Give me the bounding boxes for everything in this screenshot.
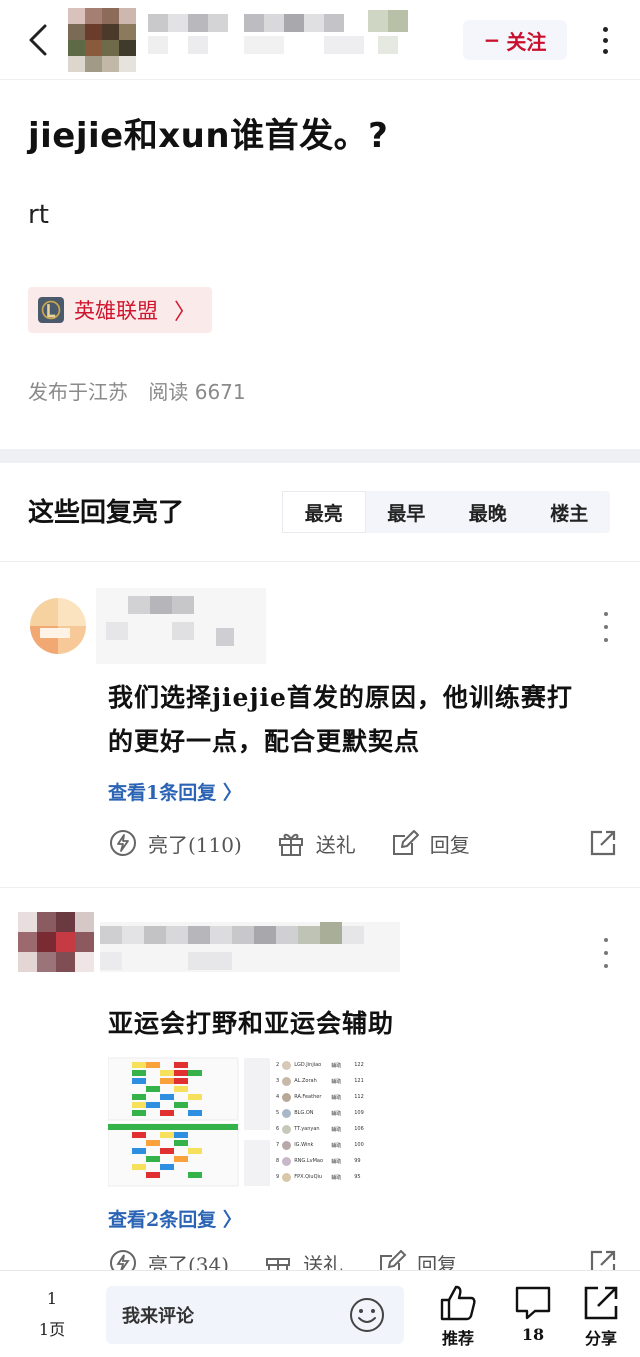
page-indicator[interactable]: 1 1页 — [30, 1289, 74, 1340]
sort-tabs: 最亮 最早 最晚 楼主 — [282, 491, 610, 533]
view-replies-link[interactable]: 查看1条回复 〉 — [108, 778, 242, 805]
view-replies-link[interactable]: 查看2条回复 〉 — [108, 1205, 242, 1232]
comment-input[interactable]: 我来评论 — [106, 1286, 404, 1344]
follow-button[interactable]: − 关注 — [463, 20, 567, 60]
comment-actions: 亮了(34) 送礼 回复 — [108, 1248, 618, 1270]
comment-text: 亚运会打野和亚运会辅助 — [108, 1002, 394, 1046]
comment-more-icon[interactable] — [600, 938, 612, 968]
share-button[interactable] — [588, 1248, 618, 1270]
replies-section-title: 这些回复亮了 — [28, 498, 185, 528]
ranking-row: 9 FPX.QiuQiu 辅助 95 — [276, 1172, 361, 1182]
commenter-avatar[interactable] — [30, 598, 86, 654]
plus-icon: − — [483, 28, 501, 52]
ranking-row: 3 AL.Zorah 辅助 121 — [276, 1076, 364, 1086]
divider — [0, 561, 640, 562]
topic-label: 英雄联盟 — [74, 299, 158, 323]
commenter-name-blurred[interactable] — [100, 912, 400, 982]
thumbs-up-icon — [440, 1285, 476, 1321]
gift-icon — [278, 833, 303, 856]
ranking-row: 2 LGD.Jinjiao 辅助 122 — [276, 1060, 364, 1070]
comment-line: 亚运会打野和亚运会辅助 — [108, 1009, 395, 1038]
comment-text: 我们选择jiejie首发的原因，他训练赛打 的更好一点，配合更默契点 — [108, 676, 573, 764]
comment-actions: 亮了(110) 送礼 回复 — [108, 823, 618, 863]
share-post-button[interactable]: 分享 — [573, 1283, 629, 1349]
page-current: 1 — [46, 1289, 58, 1308]
comment-image[interactable]: 2 LGD.Jinjiao 辅助 122 3 AL.Zorah 辅助 121 4 RA.Fea… — [107, 1056, 380, 1190]
share-button[interactable] — [588, 828, 618, 858]
gift-button[interactable]: 送礼 — [276, 828, 356, 858]
recommend-button[interactable]: 推荐 — [430, 1283, 486, 1349]
like-count: 亮了(34) — [148, 1252, 230, 1271]
reply-icon — [380, 1249, 407, 1270]
tab-brightest[interactable]: 最亮 — [282, 491, 366, 533]
gift-label: 送礼 — [303, 1252, 344, 1271]
gift-label: 送礼 — [315, 832, 356, 857]
post-title: jiejie和xun谁首发。? — [28, 116, 389, 156]
gift-button[interactable]: 送礼 — [263, 1248, 343, 1270]
comment-line: 我们选择jiejie首发的原因，他训练赛打 — [108, 683, 573, 712]
comments-button[interactable]: 18 — [505, 1283, 561, 1344]
page-total: 1页 — [38, 1320, 66, 1339]
tab-earliest[interactable]: 最早 — [366, 491, 448, 533]
tab-latest[interactable]: 最晚 — [447, 491, 529, 533]
share-icon — [590, 1250, 616, 1270]
comment-count: 18 — [521, 1325, 545, 1344]
like-button[interactable]: 亮了(110) — [108, 828, 242, 858]
like-button[interactable]: 亮了(34) — [108, 1248, 229, 1270]
ranking-row: 6 TT.yanyan 辅助 106 — [276, 1124, 364, 1134]
ranking-row: 4 RA.Feather 辅助 112 — [276, 1092, 364, 1102]
post-meta: 发布于江苏 阅读 6671 — [28, 376, 246, 405]
commenter-avatar[interactable] — [18, 912, 94, 972]
lightning-icon — [110, 1250, 136, 1270]
recommend-label: 推荐 — [441, 1329, 474, 1348]
comment-placeholder: 我来评论 — [122, 1306, 194, 1327]
section-divider — [0, 449, 640, 463]
reply-button[interactable]: 回复 — [377, 1248, 457, 1270]
lol-logo-icon — [38, 297, 64, 323]
commenter-name-blurred[interactable] — [96, 588, 266, 664]
author-avatar[interactable] — [68, 8, 136, 72]
tab-op[interactable]: 楼主 — [529, 491, 611, 533]
share-label: 分享 — [584, 1329, 617, 1348]
comment-line: 的更好一点，配合更默契点 — [108, 727, 421, 756]
lightning-icon — [110, 830, 136, 856]
back-icon — [29, 24, 47, 56]
back-button[interactable] — [20, 20, 56, 60]
post-body: rt — [28, 200, 49, 230]
ranking-row: 7 IG.Wink 辅助 100 — [276, 1140, 364, 1150]
topic-tag[interactable]: 英雄联盟 〉 — [28, 287, 213, 333]
reply-label: 回复 — [417, 1252, 458, 1271]
top-bar: − 关注 — [0, 0, 640, 80]
share-icon — [584, 1286, 618, 1320]
bottom-bar: 1 1页 我来评论 推荐 18 分享 — [0, 1270, 640, 1357]
divider — [0, 887, 640, 888]
author-name-blurred[interactable] — [148, 10, 410, 70]
read-count: 阅读 6671 — [148, 380, 246, 404]
ranking-row: 8 RNG.LvMao 辅助 99 — [276, 1156, 361, 1166]
more-icon[interactable] — [590, 20, 620, 60]
follow-label: 关注 — [506, 29, 547, 54]
reply-button[interactable]: 回复 — [390, 828, 470, 858]
comment-more-icon[interactable] — [600, 612, 612, 642]
ranking-list: 2 LGD.Jinjiao 辅助 122 3 AL.Zorah 辅助 121 4 RA.Fea… — [276, 1056, 380, 1190]
reply-icon — [392, 830, 419, 855]
ranking-row: 5 BLG.ON 辅助 109 — [276, 1108, 364, 1118]
gift-icon — [266, 1258, 291, 1270]
post-location: 发布于江苏 — [28, 380, 128, 404]
chevron-right-icon: 〉 — [174, 300, 197, 325]
like-count: 亮了(110) — [148, 832, 242, 857]
reply-label: 回复 — [429, 832, 470, 857]
comment-icon — [515, 1286, 551, 1320]
emoji-icon[interactable] — [348, 1296, 386, 1334]
share-icon — [590, 830, 616, 856]
